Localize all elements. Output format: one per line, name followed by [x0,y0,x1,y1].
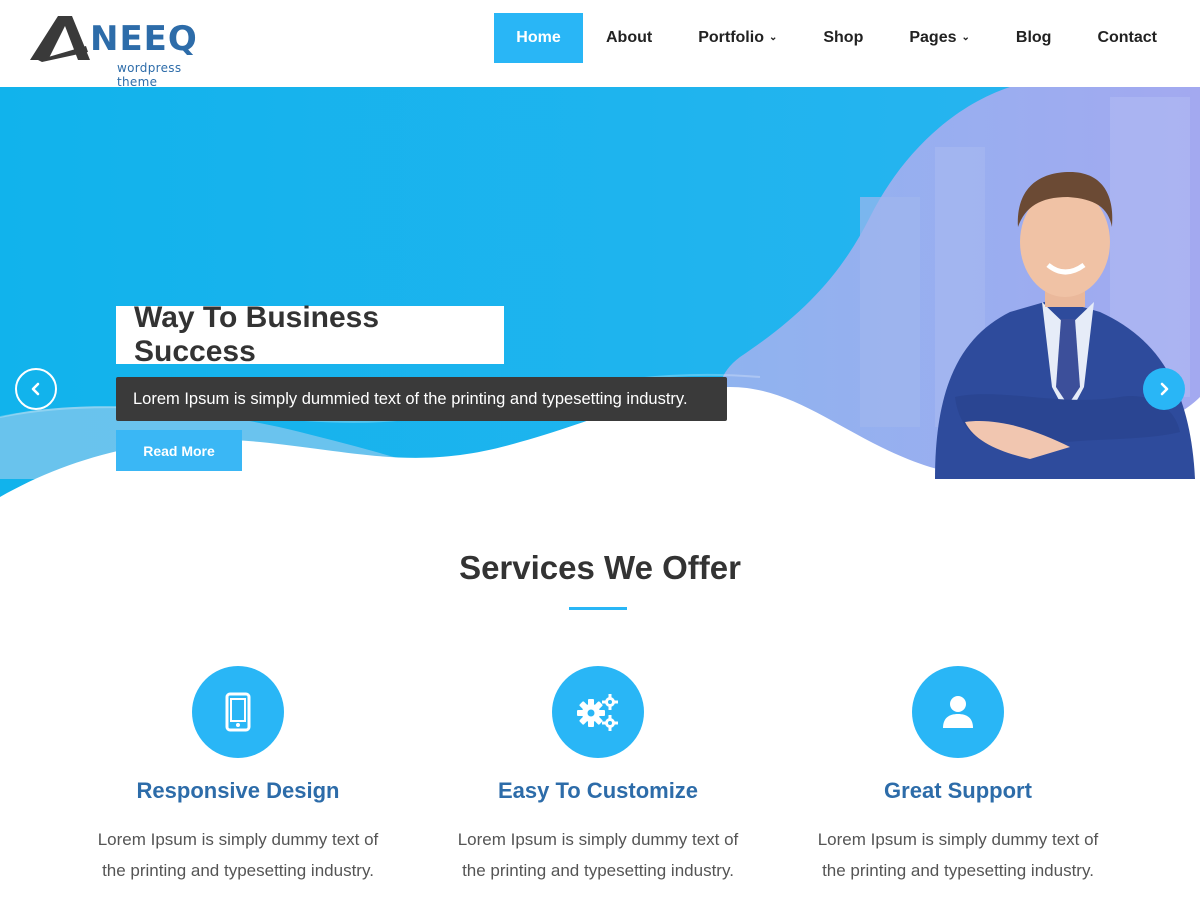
service-description: Lorem Ipsum is simply dummy text of the … [778,824,1138,886]
service-description-line: Lorem Ipsum is simply dummy text of [97,830,379,849]
nav-item-blog[interactable]: Blog [993,13,1075,63]
logo-tagline: wordpress theme [117,61,182,89]
nav-label-portfolio: Portfolio [698,29,764,46]
service-card-responsive: Responsive Design Lorem Ipsum is simply … [58,666,418,886]
nav-item-portfolio[interactable]: Portfolio ⌄ [675,13,800,63]
hero-title: Way To Business Success [134,301,380,368]
service-title: Easy To Customize [497,778,699,803]
service-icon-circle [552,666,644,758]
nav-label-shop: Shop [823,29,864,46]
service-card-customize: Easy To Customize Lorem Ipsum is simply … [418,666,778,886]
service-description-line: the printing and typesetting industry. [822,861,1094,880]
services-heading: Services We Offer [459,549,741,586]
service-title: Great Support [884,778,1032,803]
nav-item-shop[interactable]: Shop [800,13,886,63]
nav-label-pages: Pages [909,29,957,46]
chevron-left-icon [31,382,40,396]
nav-item-about[interactable]: About [583,13,675,63]
service-description-line: Lorem Ipsum is simply dummy text of [457,830,739,849]
service-icon-circle [912,666,1004,758]
services-heading-underline [569,607,627,610]
service-title: Responsive Design [136,778,340,803]
site-logo[interactable]: NEEQ wordpress theme [28,12,208,89]
user-icon [943,696,973,728]
nav-item-contact[interactable]: Contact [1074,13,1180,63]
service-icon-circle [192,666,284,758]
site-header: NEEQ wordpress theme Home About Portfoli… [0,0,1200,89]
chevron-right-icon [1160,382,1169,396]
service-card-support: Great Support Lorem Ipsum is simply dumm… [778,666,1138,886]
chevron-down-icon: ⌄ [961,31,970,43]
service-description: Lorem Ipsum is simply dummy text of the … [418,824,778,886]
service-description-line: the printing and typesetting industry. [462,861,734,880]
read-more-button[interactable]: Read More [116,430,242,471]
slider-prev-button[interactable] [15,368,57,410]
slider-next-button[interactable] [1143,368,1185,410]
hero-title-box: Way To Business Success [116,301,504,368]
service-description: Lorem Ipsum is simply dummy text of the … [58,824,418,886]
service-description-line: Lorem Ipsum is simply dummy text of [817,830,1099,849]
gears-icon [577,694,618,731]
main-nav: Home About Portfolio ⌄ Shop Pages ⌄ Blog C… [494,13,1180,63]
logo-mark: NEEQ [30,16,198,62]
hero-subtitle-box: Lorem Ipsum is simply dummied text of th… [116,377,727,421]
nav-label-about: About [606,29,653,46]
nav-label-contact: Contact [1097,29,1157,46]
hero-subtitle: Lorem Ipsum is simply dummied text of th… [133,389,688,408]
hero-slider: Way To Business Success Lorem Ipsum is s… [0,87,1200,510]
mobile-icon [225,692,251,732]
svg-text:NEEQ: NEEQ [90,19,198,59]
nav-label-home: Home [516,29,561,46]
chevron-down-icon: ⌄ [768,31,778,43]
service-description-line: the printing and typesetting industry. [102,861,374,880]
nav-label-blog: Blog [1015,29,1052,46]
nav-item-pages[interactable]: Pages ⌄ [886,13,993,63]
nav-item-home[interactable]: Home [494,13,583,63]
